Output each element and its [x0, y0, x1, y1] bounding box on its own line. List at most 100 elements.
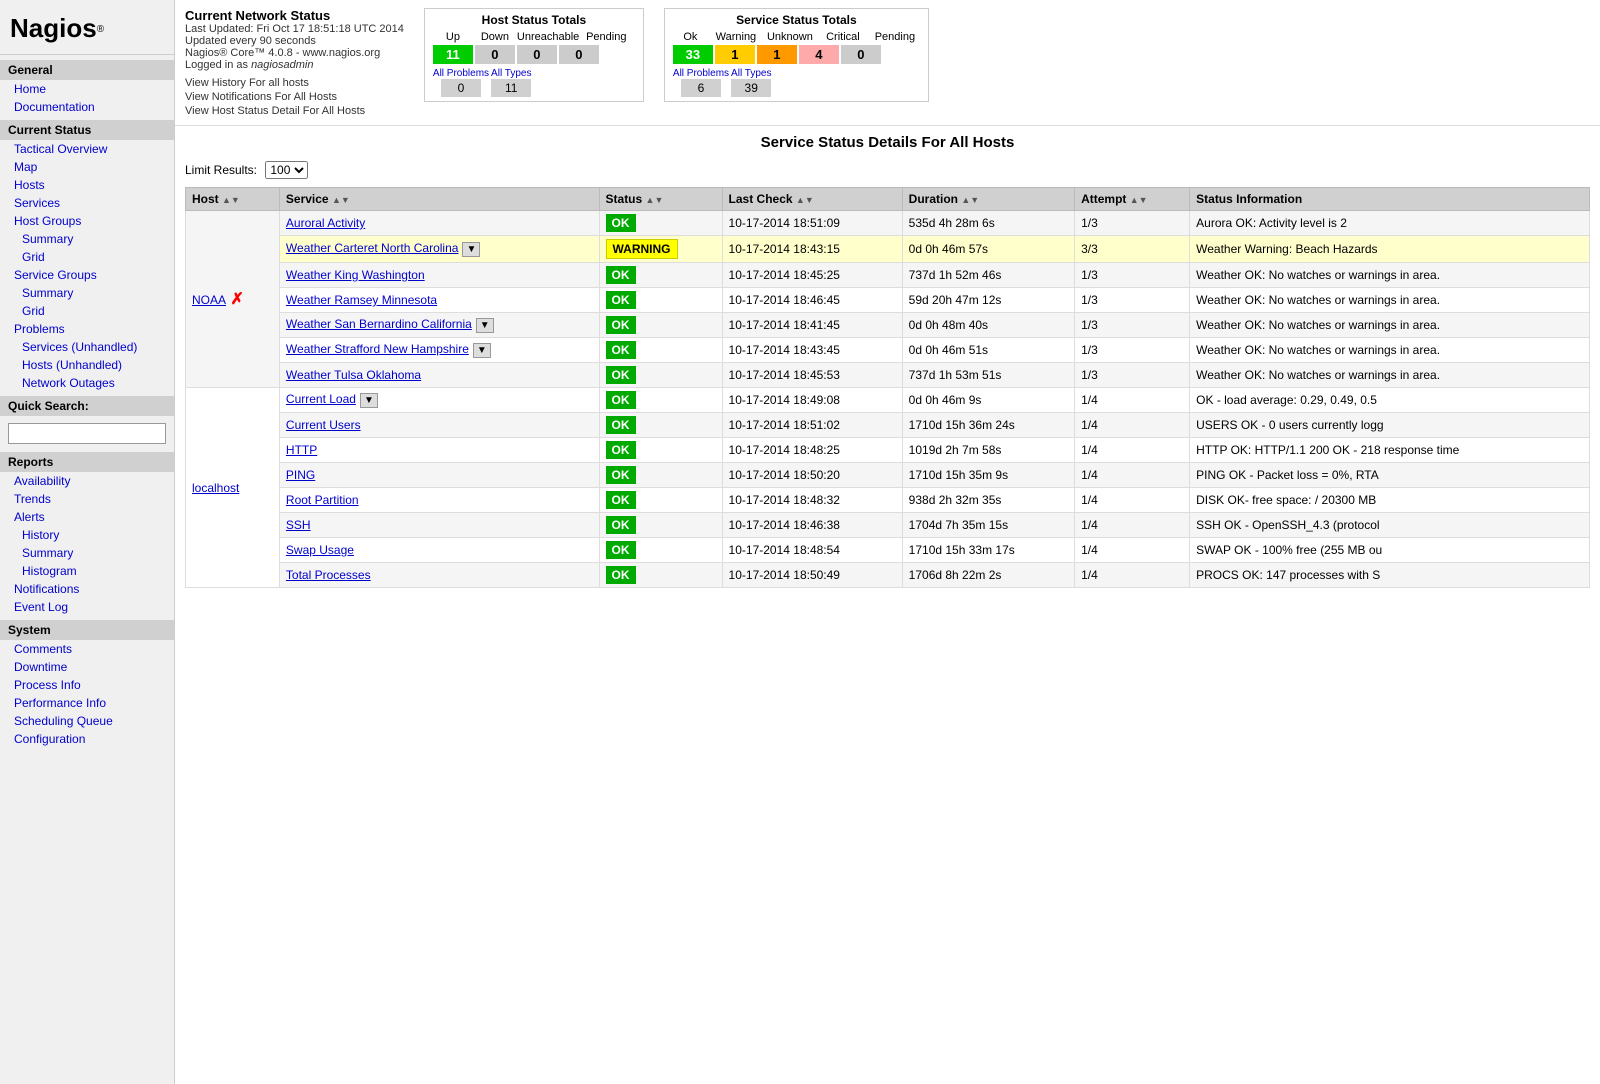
service-sort-arrows[interactable]: ▲▼	[332, 195, 350, 205]
info-cell: PING OK - Packet loss = 0%, RTA	[1190, 463, 1590, 488]
svc-all-problems-link[interactable]: All Problems	[673, 68, 729, 79]
host-all-problems-value[interactable]: 0	[441, 79, 481, 97]
sidebar-item-alerts-summary[interactable]: Summary	[0, 544, 174, 562]
sidebar-item-host-groups-grid[interactable]: Grid	[0, 248, 174, 266]
sidebar-item-comments[interactable]: Comments	[0, 640, 174, 658]
status-cell: OK	[599, 263, 722, 288]
sidebar-item-alerts-histogram[interactable]: Histogram	[0, 562, 174, 580]
sidebar-item-service-groups-grid[interactable]: Grid	[0, 302, 174, 320]
status-badge[interactable]: OK	[606, 441, 636, 459]
sidebar-item-scheduling-queue[interactable]: Scheduling Queue	[0, 712, 174, 730]
status-badge[interactable]: OK	[606, 566, 636, 584]
svc-ok-count[interactable]: 33	[673, 45, 713, 64]
sidebar-item-host-groups[interactable]: Host Groups	[0, 212, 174, 230]
svc-all-problems-value[interactable]: 6	[681, 79, 721, 97]
last-check-sort-arrows[interactable]: ▲▼	[796, 195, 814, 205]
duration-sort-arrows[interactable]: ▲▼	[961, 195, 979, 205]
sidebar-item-services[interactable]: Services	[0, 194, 174, 212]
host-all-problems-link[interactable]: All Problems	[433, 68, 489, 79]
service-link[interactable]: Total Processes	[286, 568, 371, 582]
service-link[interactable]: Weather San Bernardino California	[286, 317, 472, 331]
sidebar-item-alerts-history[interactable]: History	[0, 526, 174, 544]
quick-search-input[interactable]	[8, 423, 166, 444]
service-link[interactable]: SSH	[286, 518, 311, 532]
sidebar-item-availability[interactable]: Availability	[0, 472, 174, 490]
status-badge[interactable]: OK	[606, 214, 636, 232]
sidebar-item-alerts[interactable]: Alerts	[0, 508, 174, 526]
sidebar-item-performance-info[interactable]: Performance Info	[0, 694, 174, 712]
host-all-types-value[interactable]: 11	[491, 79, 531, 97]
sidebar-item-notifications[interactable]: Notifications	[0, 580, 174, 598]
sidebar-item-hosts-unhandled[interactable]: Hosts (Unhandled)	[0, 356, 174, 374]
host-link[interactable]: localhost	[192, 481, 239, 495]
sidebar-item-trends[interactable]: Trends	[0, 490, 174, 508]
sidebar-item-network-outages[interactable]: Network Outages	[0, 374, 174, 392]
attempt-sort-arrows[interactable]: ▲▼	[1130, 195, 1148, 205]
view-host-status-link[interactable]: View Host Status Detail For All Hosts	[185, 105, 404, 117]
sidebar-item-event-log[interactable]: Event Log	[0, 598, 174, 616]
sidebar-item-process-info[interactable]: Process Info	[0, 676, 174, 694]
service-dropdown-button[interactable]: ▼	[476, 318, 494, 333]
sidebar-item-map[interactable]: Map	[0, 158, 174, 176]
service-link[interactable]: Root Partition	[286, 493, 359, 507]
service-dropdown-button[interactable]: ▼	[462, 242, 480, 257]
sidebar-item-configuration[interactable]: Configuration	[0, 730, 174, 748]
host-sort-arrows[interactable]: ▲▼	[222, 195, 240, 205]
service-link[interactable]: PING	[286, 468, 315, 482]
service-link[interactable]: Current Users	[286, 418, 361, 432]
service-link[interactable]: Auroral Activity	[286, 216, 365, 230]
service-link[interactable]: Weather Ramsey Minnesota	[286, 293, 437, 307]
host-pending-count[interactable]: 0	[559, 45, 599, 64]
status-badge[interactable]: WARNING	[606, 239, 678, 259]
sidebar-item-home[interactable]: Home	[0, 80, 174, 98]
sidebar-item-service-groups-summary[interactable]: Summary	[0, 284, 174, 302]
service-dropdown-button[interactable]: ▼	[360, 393, 378, 408]
view-notifications-link[interactable]: View Notifications For All Hosts	[185, 91, 404, 103]
service-link[interactable]: Weather Tulsa Oklahoma	[286, 368, 421, 382]
status-badge[interactable]: OK	[606, 541, 636, 559]
status-badge[interactable]: OK	[606, 516, 636, 534]
service-link[interactable]: Weather King Washington	[286, 268, 425, 282]
sidebar-item-downtime[interactable]: Downtime	[0, 658, 174, 676]
sidebar-item-documentation[interactable]: Documentation	[0, 98, 174, 116]
status-badge[interactable]: OK	[606, 316, 636, 334]
service-link[interactable]: HTTP	[286, 443, 317, 457]
status-sort-arrows[interactable]: ▲▼	[646, 195, 664, 205]
svc-pending-count[interactable]: 0	[841, 45, 881, 64]
host-all-types-link[interactable]: All Types	[491, 68, 531, 79]
status-badge[interactable]: OK	[606, 391, 636, 409]
svc-all-types-value[interactable]: 39	[731, 79, 771, 97]
host-link[interactable]: NOAA	[192, 293, 226, 307]
status-badge[interactable]: OK	[606, 341, 636, 359]
svc-warning-count[interactable]: 1	[715, 45, 755, 64]
service-cell: Auroral Activity	[279, 211, 599, 236]
service-link[interactable]: Weather Strafford New Hampshire	[286, 342, 469, 356]
status-badge[interactable]: OK	[606, 466, 636, 484]
status-badge[interactable]: OK	[606, 291, 636, 309]
sidebar-item-host-groups-summary[interactable]: Summary	[0, 230, 174, 248]
host-unreachable-count[interactable]: 0	[517, 45, 557, 64]
svc-unknown-count[interactable]: 1	[757, 45, 797, 64]
sidebar-item-hosts[interactable]: Hosts	[0, 176, 174, 194]
info-cell: Weather OK: No watches or warnings in ar…	[1190, 263, 1590, 288]
service-link[interactable]: Swap Usage	[286, 543, 354, 557]
limit-select[interactable]: 100 25 50 200	[265, 161, 308, 179]
col-host: Host ▲▼	[186, 188, 280, 211]
host-up-count[interactable]: 11	[433, 45, 473, 64]
host-down-count[interactable]: 0	[475, 45, 515, 64]
service-dropdown-button[interactable]: ▼	[473, 343, 491, 358]
service-link[interactable]: Weather Carteret North Carolina	[286, 241, 459, 255]
service-link[interactable]: Current Load	[286, 392, 356, 406]
status-badge[interactable]: OK	[606, 366, 636, 384]
sidebar-item-problems[interactable]: Problems	[0, 320, 174, 338]
status-badge[interactable]: OK	[606, 491, 636, 509]
sidebar-item-service-groups[interactable]: Service Groups	[0, 266, 174, 284]
svc-critical-count[interactable]: 4	[799, 45, 839, 64]
status-badge[interactable]: OK	[606, 266, 636, 284]
sidebar-item-services-unhandled[interactable]: Services (Unhandled)	[0, 338, 174, 356]
sidebar-item-tactical-overview[interactable]: Tactical Overview	[0, 140, 174, 158]
status-badge[interactable]: OK	[606, 416, 636, 434]
status-cell: OK	[599, 463, 722, 488]
svc-all-types-link[interactable]: All Types	[731, 68, 771, 79]
view-history-link[interactable]: View History For all hosts	[185, 77, 404, 89]
